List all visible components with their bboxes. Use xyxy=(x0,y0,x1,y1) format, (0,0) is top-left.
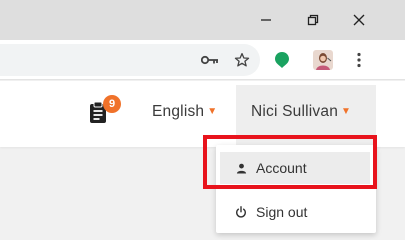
power-icon xyxy=(234,205,248,219)
extension-icon[interactable] xyxy=(272,50,292,70)
language-selector[interactable]: English ▼ xyxy=(152,103,217,121)
minimize-icon[interactable] xyxy=(253,7,279,33)
notification-badge: 9 xyxy=(103,95,121,113)
browser-toolbar xyxy=(0,40,405,80)
address-bar[interactable] xyxy=(0,44,260,76)
user-menu-label-wrap[interactable]: Nici Sullivan ▼ xyxy=(251,103,351,121)
browser-titlebar xyxy=(0,0,405,40)
language-label: English xyxy=(152,103,205,120)
menu-item-label: Sign out xyxy=(256,204,308,220)
user-name: Nici Sullivan xyxy=(251,103,339,120)
highlight-box xyxy=(203,135,377,189)
menu-item-sign-out[interactable]: Sign out xyxy=(220,196,370,228)
key-icon[interactable] xyxy=(200,50,220,70)
chevron-down-icon: ▼ xyxy=(341,106,352,117)
restore-icon[interactable] xyxy=(300,7,326,33)
profile-avatar[interactable] xyxy=(313,50,333,70)
star-icon[interactable] xyxy=(232,50,252,70)
kebab-menu-icon[interactable] xyxy=(349,50,369,70)
close-icon[interactable] xyxy=(346,7,372,33)
chevron-down-icon: ▼ xyxy=(207,106,218,117)
